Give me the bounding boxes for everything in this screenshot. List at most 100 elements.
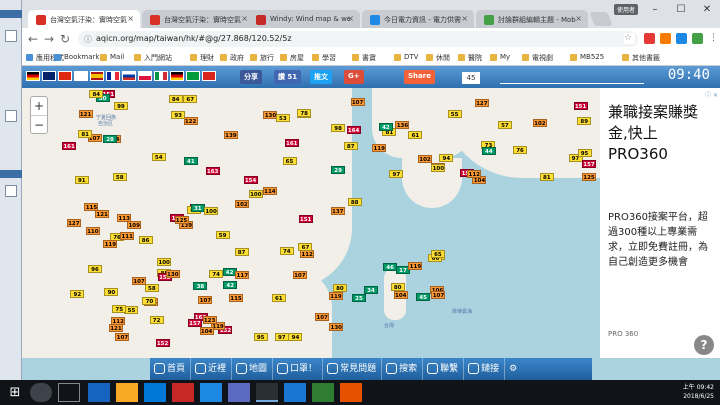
bookmark-item[interactable]: 政府 [220, 53, 244, 63]
browser-tab[interactable]: 台灣空氣汙染：實時空氣 × [28, 10, 140, 30]
background-window[interactable] [0, 0, 22, 380]
aqi-station-marker[interactable]: 93 [171, 110, 186, 119]
bottom-nav-item[interactable]: 搜索 [382, 358, 424, 380]
aqi-station-marker[interactable]: 139 [223, 131, 238, 140]
flag-icon[interactable] [170, 71, 184, 81]
chrome-icon[interactable] [256, 383, 278, 402]
aqi-station-marker[interactable]: 75 [112, 305, 127, 314]
aqi-station-marker[interactable]: 102 [418, 154, 433, 163]
aqi-station-marker[interactable]: 104 [199, 327, 214, 336]
aqi-station-marker[interactable]: 72 [149, 316, 164, 325]
flag-icon[interactable] [90, 71, 104, 81]
aqi-station-marker[interactable]: 151 [298, 214, 313, 223]
zoom-in-button[interactable]: + [31, 97, 47, 115]
bookmark-item[interactable]: 學習 [312, 53, 336, 63]
aqi-station-marker[interactable]: 113 [117, 214, 132, 223]
aqi-station-marker[interactable]: 45 [416, 292, 431, 301]
aqi-station-marker[interactable]: 164 [346, 126, 361, 135]
close-tab-icon[interactable]: × [241, 14, 248, 23]
ad-panel[interactable]: ⓘ ✕ 兼職接案賺獎金,快上PRO360 PRO360接案平台，超過300種以上… [600, 88, 720, 358]
close-tab-icon[interactable]: × [461, 14, 468, 23]
address-bar[interactable]: ⓘ aqicn.org/map/taiwan/hk/#@g/27.868/120… [78, 31, 638, 47]
bookmark-item[interactable]: 旅行 [250, 53, 274, 63]
share-button[interactable]: Share [404, 70, 435, 84]
info-icon[interactable]: ⓘ [84, 34, 92, 45]
bottom-nav-item[interactable]: 口罩！ [273, 358, 324, 380]
aqi-station-marker[interactable]: 87 [343, 142, 358, 151]
flag-icon[interactable] [42, 71, 56, 81]
aqi-station-marker[interactable]: 154 [243, 175, 258, 184]
aqi-station-marker[interactable]: 95 [577, 148, 592, 157]
aqi-station-marker[interactable]: 53 [275, 113, 290, 122]
browser-tab[interactable]: 今日電力資訊 - 電力供需 × [362, 10, 474, 30]
aqi-station-marker[interactable]: 161 [284, 139, 299, 148]
aqi-station-marker[interactable]: 57 [497, 120, 512, 129]
close-tab-icon[interactable]: × [127, 14, 134, 23]
flag-icon[interactable] [122, 71, 136, 81]
aqi-station-marker[interactable]: 125 [174, 215, 189, 224]
aqi-station-marker[interactable]: 127 [66, 218, 81, 227]
aqi-station-marker[interactable]: 34 [364, 286, 378, 294]
aqi-station-marker[interactable]: 157 [582, 160, 596, 169]
bookmark-item[interactable]: Mail [100, 53, 124, 61]
aqi-station-marker[interactable]: 136 [395, 121, 410, 130]
city-search-input[interactable] [500, 83, 644, 84]
aqi-station-marker[interactable]: 94 [288, 333, 303, 342]
aqi-station-marker[interactable]: 110 [85, 227, 100, 236]
aqi-station-marker[interactable]: 100 [248, 190, 263, 199]
bottom-nav-item[interactable]: 聯繫 [423, 358, 465, 380]
ad-body[interactable]: PRO360接案平台，超過300種以上專業需求，立即免費註冊，為自己創造更多機會 [608, 210, 714, 270]
aqi-station-marker[interactable]: 87 [234, 248, 249, 257]
browser-tab[interactable]: 討論群組編輯主題 - Mob × [476, 10, 588, 30]
aqi-station-marker[interactable]: 61 [271, 293, 286, 302]
aqi-station-marker[interactable]: 119 [328, 291, 343, 300]
app-icon[interactable] [228, 383, 250, 402]
aqi-station-marker[interactable]: 94 [439, 154, 454, 163]
star-icon[interactable]: ☆ [624, 33, 635, 44]
aqi-station-marker[interactable]: 100 [157, 258, 172, 267]
edge-icon[interactable] [88, 383, 110, 402]
aqi-station-marker[interactable]: 55 [447, 110, 462, 119]
aqi-station-marker[interactable]: 84 [89, 90, 104, 99]
flag-icon[interactable] [202, 71, 216, 81]
aqi-station-marker[interactable]: 92 [70, 290, 85, 298]
aqi-station-marker[interactable]: 97 [389, 170, 404, 179]
bookmark-item[interactable]: MB525 [570, 53, 604, 61]
aqi-station-marker[interactable]: 130 [165, 270, 180, 279]
file-explorer-icon[interactable] [116, 383, 138, 402]
aqi-station-marker[interactable]: 67 [183, 94, 198, 103]
aqi-station-marker[interactable]: 42 [223, 280, 238, 289]
aqi-station-marker[interactable]: 127 [474, 98, 489, 107]
aqi-station-marker[interactable]: 97 [274, 333, 289, 342]
aqi-station-marker[interactable]: 76 [513, 146, 528, 155]
app-icon[interactable] [172, 383, 194, 402]
aqi-station-marker[interactable]: 107 [132, 276, 147, 285]
aqi-station-marker[interactable]: 119 [372, 143, 387, 152]
start-icon[interactable]: ⊞ [4, 383, 26, 402]
reload-icon[interactable]: ↻ [58, 32, 72, 46]
profile-chip[interactable]: 使用者 [613, 4, 638, 15]
flag-icon[interactable] [186, 71, 200, 81]
aqi-station-marker[interactable]: 58 [144, 283, 159, 292]
bookmark-item[interactable]: 書寶 [352, 53, 376, 63]
aqi-station-marker[interactable]: 130 [329, 323, 344, 332]
aqi-station-marker[interactable]: 102 [532, 119, 547, 128]
browser-tab[interactable]: Windy: Wind map & we × [248, 10, 360, 30]
browser-tab[interactable]: 台灣空氣汙染：實時空氣 × [142, 10, 254, 30]
back-icon[interactable]: ← [26, 32, 40, 46]
aqi-station-marker[interactable]: 107 [198, 296, 213, 305]
aqi-station-marker[interactable]: 117 [235, 271, 250, 280]
flag-icon[interactable] [106, 71, 120, 81]
aqi-station-marker[interactable]: 107 [315, 313, 330, 322]
bookmark-item[interactable]: DTV [394, 53, 418, 61]
aqi-station-marker[interactable]: 112 [111, 317, 126, 326]
aqi-station-marker[interactable]: 112 [467, 169, 482, 178]
share-button[interactable]: 推文 [310, 70, 332, 84]
aqi-station-marker[interactable]: 29 [331, 166, 346, 175]
aqi-station-marker[interactable]: 95 [253, 333, 268, 342]
aqi-station-marker[interactable]: 74 [209, 270, 224, 279]
aqi-station-marker[interactable]: 90 [104, 288, 119, 297]
zoom-out-button[interactable]: − [31, 115, 47, 133]
aqi-station-marker[interactable]: 114 [262, 187, 277, 196]
aqi-station-marker[interactable]: 122 [183, 116, 198, 125]
